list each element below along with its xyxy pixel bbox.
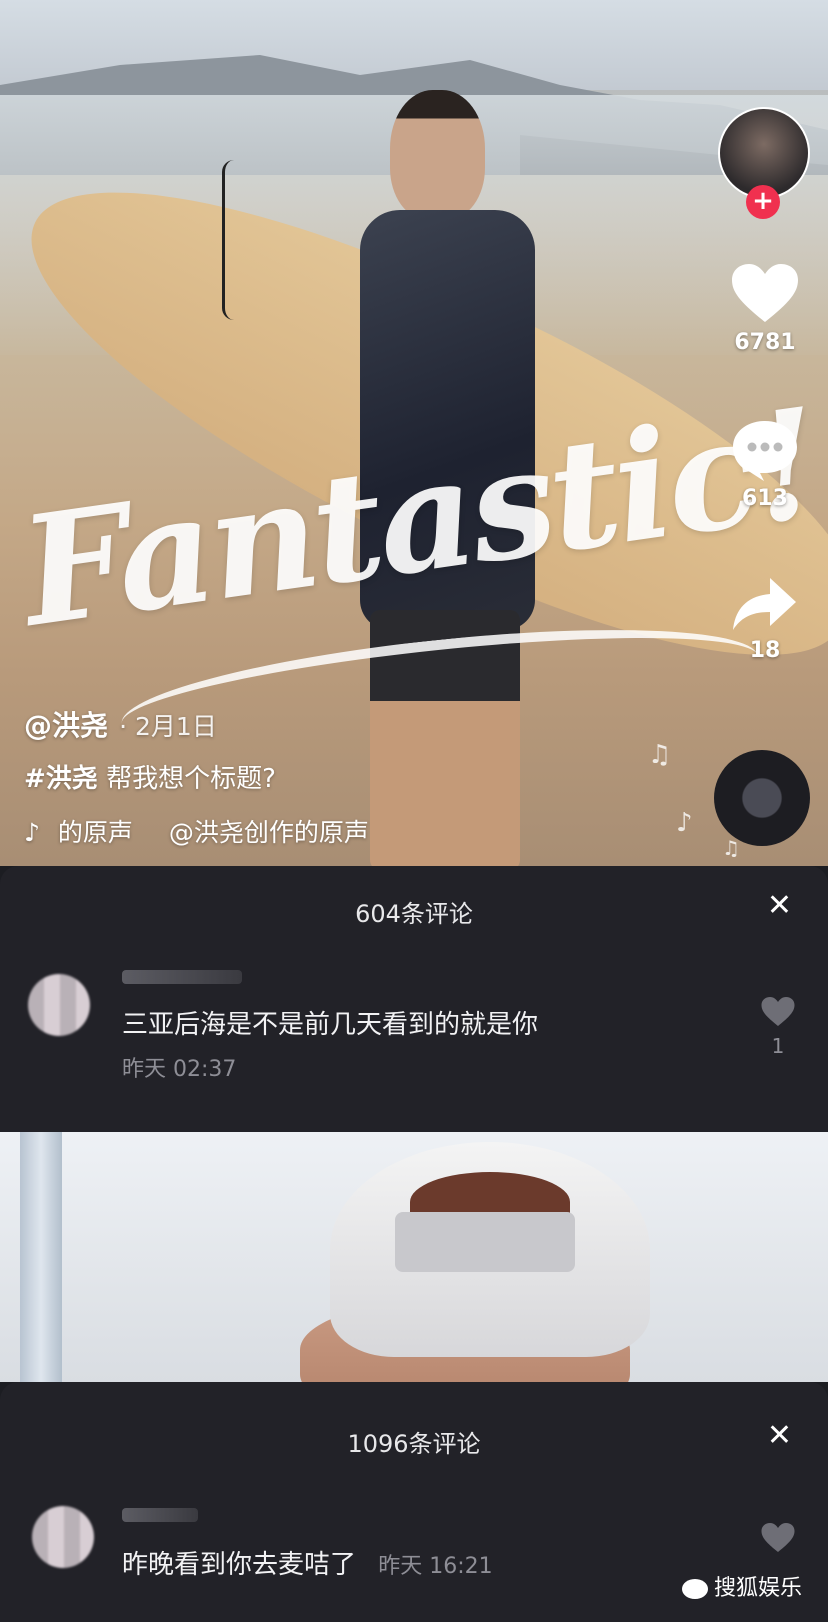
comment-button[interactable]: 613 bbox=[720, 418, 810, 511]
commenter-avatar[interactable] bbox=[32, 1506, 94, 1568]
commenter-name[interactable] bbox=[122, 970, 242, 984]
comment-count-title: 1096条评论 bbox=[347, 1430, 481, 1458]
hashtag-link[interactable]: #洪尧 bbox=[24, 764, 98, 794]
comment-like-count: 1 bbox=[771, 1034, 785, 1058]
video-caption: @洪尧 · 2月1日 #洪尧 帮我想个标题? ♪ 的原声 @洪尧创作的原声 bbox=[24, 704, 674, 849]
comment-like-button[interactable]: 1 bbox=[758, 996, 798, 1058]
author-name[interactable]: @洪尧 bbox=[24, 709, 108, 742]
pole bbox=[20, 1132, 62, 1382]
comment-body: 昨晚看到你去麦咭了 bbox=[122, 1550, 357, 1580]
music-source: @洪尧创作的原声 bbox=[168, 818, 369, 847]
post-date: · 2月1日 bbox=[119, 712, 217, 741]
music-note-icon: ♪ bbox=[676, 808, 693, 838]
share-arrow-icon bbox=[733, 578, 796, 630]
author-avatar-group[interactable]: + bbox=[718, 107, 810, 219]
commenter-avatar[interactable] bbox=[28, 974, 90, 1036]
video-player[interactable]: Fantastic! + 6781 613 18 ♫ ♪ ♫ @洪尧 · 2月1… bbox=[0, 0, 828, 866]
music-info[interactable]: ♪ 的原声 @洪尧创作的原声 bbox=[24, 813, 674, 849]
comment-panel: 604条评论 ✕ 三亚后海是不是前几天看到的就是你 昨天 02:37 1 bbox=[0, 866, 828, 1132]
close-icon[interactable]: ✕ bbox=[767, 1418, 792, 1453]
close-icon[interactable]: ✕ bbox=[767, 888, 792, 923]
share-count: 18 bbox=[749, 638, 781, 663]
comment-text: 三亚后海是不是前几天看到的就是你 bbox=[122, 1010, 539, 1040]
comment-icon bbox=[733, 421, 797, 481]
comment-time: 昨天 02:37 bbox=[122, 1057, 237, 1082]
video-description: #洪尧 帮我想个标题? bbox=[24, 758, 674, 795]
music-disc[interactable] bbox=[714, 750, 810, 846]
comment-count-title: 604条评论 bbox=[355, 900, 473, 928]
comment-text: 昨晚看到你去麦咭了 昨天 16:21 bbox=[122, 1544, 493, 1581]
tiktok-icon: ♪ bbox=[24, 818, 40, 847]
like-count: 6781 bbox=[734, 330, 796, 355]
wechat-icon bbox=[681, 1579, 708, 1599]
screenshot-page: Fantastic! + 6781 613 18 ♫ ♪ ♫ @洪尧 · 2月1… bbox=[0, 0, 828, 1622]
commenter-name[interactable] bbox=[122, 1508, 198, 1522]
watermark-text: 搜狐娱乐 bbox=[713, 1576, 802, 1601]
heart-icon bbox=[761, 997, 795, 1026]
surfboard-leash bbox=[222, 160, 239, 320]
comment-time: 昨天 16:21 bbox=[378, 1554, 493, 1579]
like-button[interactable]: 6781 bbox=[720, 262, 810, 355]
surfer-head bbox=[390, 90, 485, 220]
comment-count: 613 bbox=[742, 486, 788, 511]
heart-icon bbox=[761, 1523, 795, 1552]
share-button[interactable]: 18 bbox=[720, 574, 810, 663]
caption-text: 帮我想个标题? bbox=[106, 764, 276, 794]
cap-strap bbox=[395, 1212, 575, 1272]
second-video-frame[interactable] bbox=[0, 1132, 828, 1382]
comment-like-button[interactable] bbox=[758, 1522, 798, 1558]
music-label: 的原声 bbox=[57, 818, 133, 847]
heart-icon bbox=[732, 264, 798, 322]
sohu-watermark: 搜狐娱乐 bbox=[681, 1570, 802, 1602]
follow-button[interactable]: + bbox=[746, 185, 780, 219]
